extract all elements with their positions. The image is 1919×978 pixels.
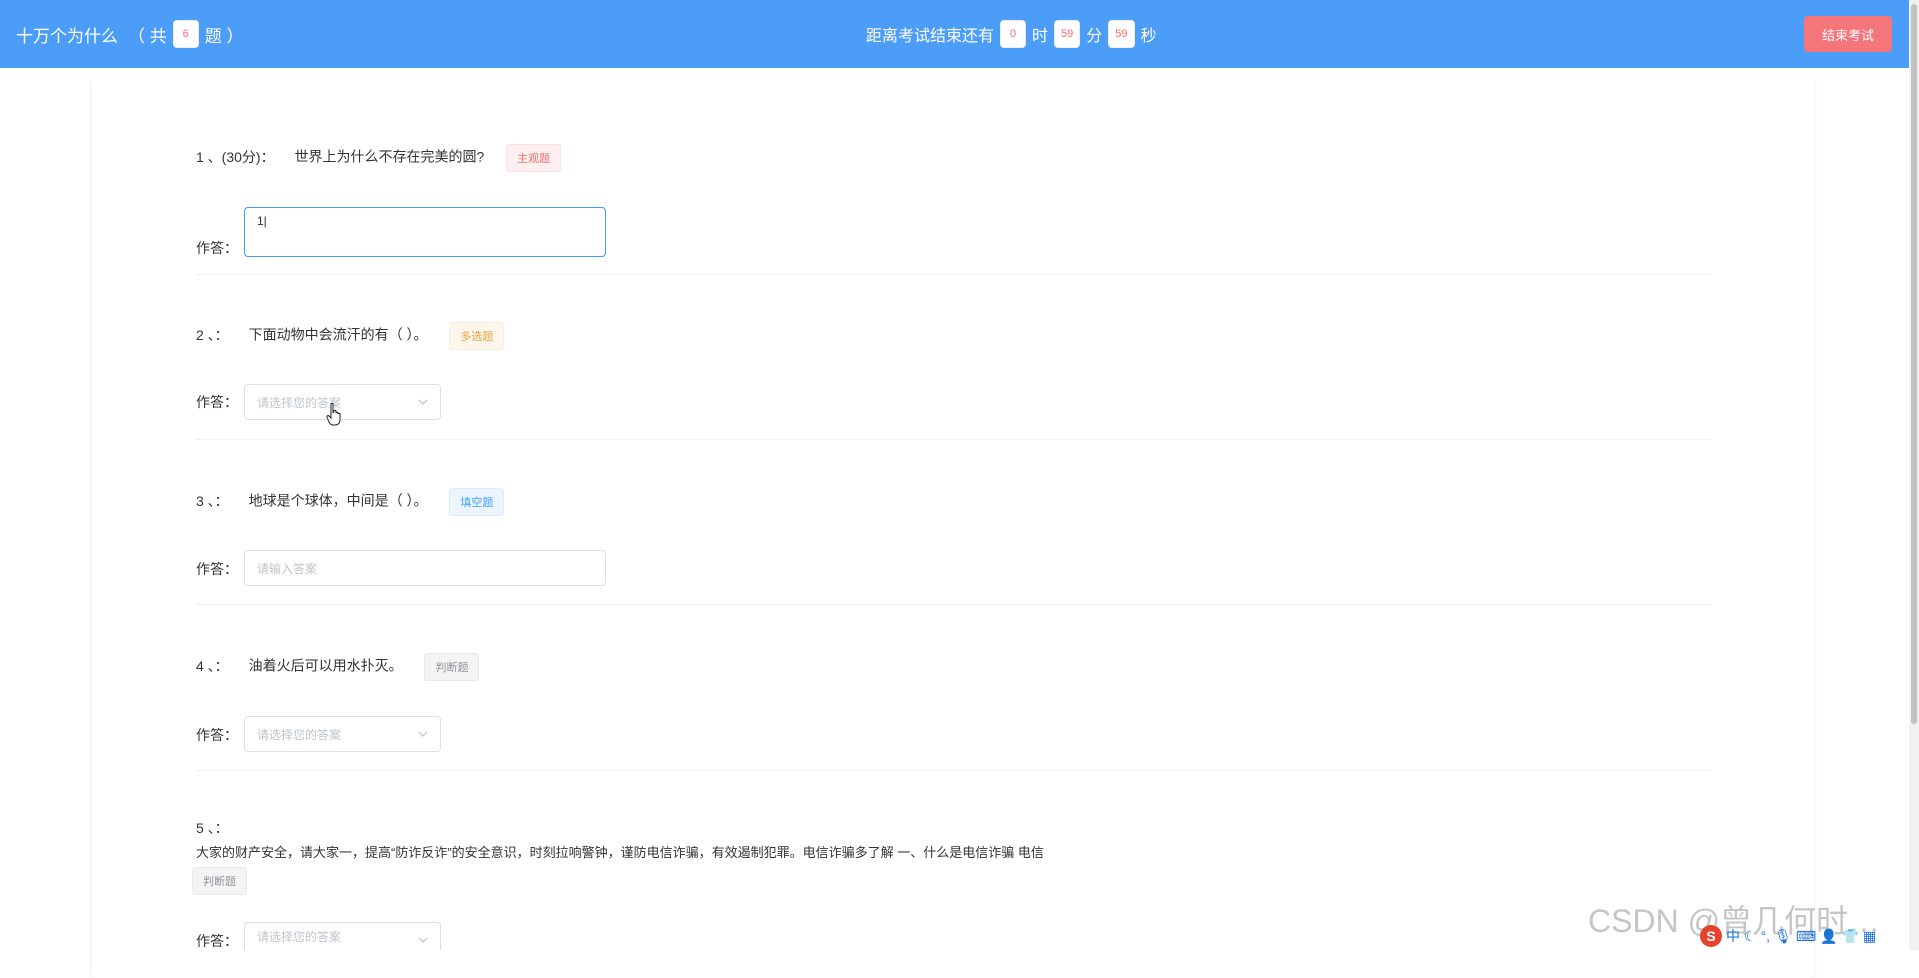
- hand-cursor-icon: [326, 402, 341, 426]
- question-2: 2 、： 下面动物中会流汗的有（ ）。 多选题: [196, 322, 505, 350]
- exam-title-area: 十万个为什么 （ 共 6 题 ）: [16, 0, 243, 68]
- question-type-tag: 判断题: [424, 653, 480, 681]
- answer-select[interactable]: 请选择您的答案: [244, 922, 441, 950]
- grid-icon[interactable]: ▦: [1863, 928, 1876, 945]
- question-5: 5 、： 大家的财产安全，请大家一，提高“防诈反诈”的安全意识，时刻拉响警钟，谨…: [192, 818, 1712, 895]
- question-text: 大家的财产安全，请大家一，提高“防诈反诈”的安全意识，时刻拉响警钟，谨防电信诈骗…: [196, 845, 1044, 860]
- timer-minutes: 59: [1054, 20, 1081, 48]
- divider: [196, 604, 1712, 605]
- punctuation-icon[interactable]: °,: [1761, 928, 1771, 944]
- countdown-timer: 距离考试结束还有 0 时 59 分 59 秒: [866, 0, 1157, 68]
- question-3: 3 、： 地球是个球体，中间是（ ）。 填空题: [196, 488, 505, 516]
- answer-label: 作答：: [196, 561, 238, 577]
- question-4: 4 、： 油着火后可以用水扑灭。 判断题: [196, 653, 480, 681]
- timer-minutes-unit: 分: [1086, 28, 1103, 45]
- divider: [196, 439, 1712, 440]
- question-type-tag: 填空题: [449, 488, 505, 516]
- ime-toolbar[interactable]: S 中 ☾ °, 🎙 ⌨ 👤 👕 ▦: [1700, 924, 1910, 948]
- answer-label: 作答：: [196, 933, 238, 949]
- end-exam-button[interactable]: 结束考试: [1804, 16, 1892, 52]
- question-number: 4 、：: [196, 657, 229, 674]
- question-number: 2 、：: [196, 326, 229, 343]
- question-text: 地球是个球体，中间是（ ）。: [248, 492, 428, 509]
- moon-icon[interactable]: ☾: [1744, 928, 1757, 945]
- answer-select[interactable]: 请选择您的答案: [244, 716, 441, 752]
- select-placeholder: 请选择您的答案: [257, 930, 342, 944]
- keyboard-icon[interactable]: ⌨: [1796, 928, 1816, 945]
- vertical-scrollbar[interactable]: [1909, 0, 1919, 950]
- question-count-badge: 6: [172, 20, 199, 48]
- mic-icon[interactable]: 🎙: [1774, 928, 1792, 945]
- answer-label: 作答：: [196, 727, 238, 743]
- chevron-down-icon: [418, 399, 428, 405]
- question-number: 3 、：: [196, 492, 229, 509]
- chevron-down-icon: [418, 937, 428, 943]
- timer-prefix: 距离考试结束还有: [866, 28, 995, 45]
- exam-title: 十万个为什么: [16, 26, 118, 46]
- question-number: 5 、：: [196, 820, 229, 836]
- shirt-icon[interactable]: 👕: [1842, 928, 1859, 945]
- question-count-suffix: 题 ）: [204, 26, 244, 46]
- question-text: 油着火后可以用水扑灭。: [248, 657, 403, 674]
- answer-label: 作答：: [196, 394, 238, 410]
- top-bar: 十万个为什么 （ 共 6 题 ） 距离考试结束还有 0 时 59 分 59 秒 …: [0, 0, 1919, 68]
- question-type-tag: 主观题: [506, 144, 562, 172]
- timer-hours-unit: 时: [1032, 28, 1049, 45]
- sogou-logo-icon[interactable]: S: [1700, 925, 1722, 947]
- answer-textarea[interactable]: 1|: [244, 207, 606, 257]
- divider: [196, 274, 1712, 275]
- question-text: 世界上为什么不存在完美的圆?: [294, 148, 485, 165]
- timer-seconds-unit: 秒: [1140, 28, 1157, 45]
- answer-input[interactable]: 请输入答案: [244, 550, 606, 586]
- timer-seconds: 59: [1108, 20, 1135, 48]
- question-text: 下面动物中会流汗的有（ ）。: [248, 326, 428, 343]
- divider: [196, 770, 1712, 771]
- user-icon[interactable]: 👤: [1820, 928, 1837, 945]
- question-1: 1 、(30分)： 世界上为什么不存在完美的圆? 主观题: [196, 144, 562, 172]
- chevron-down-icon: [418, 731, 428, 737]
- question-number: 1 、(30分)：: [196, 148, 275, 165]
- select-placeholder: 请选择您的答案: [257, 727, 342, 742]
- question-count-prefix: （ 共: [128, 26, 167, 46]
- ime-lang[interactable]: 中: [1726, 926, 1740, 946]
- question-type-tag: 判断题: [192, 867, 247, 895]
- scrollbar-thumb[interactable]: [1911, 4, 1917, 724]
- question-type-tag: 多选题: [449, 322, 505, 350]
- answer-label: 作答：: [196, 240, 238, 256]
- timer-hours: 0: [1000, 20, 1027, 48]
